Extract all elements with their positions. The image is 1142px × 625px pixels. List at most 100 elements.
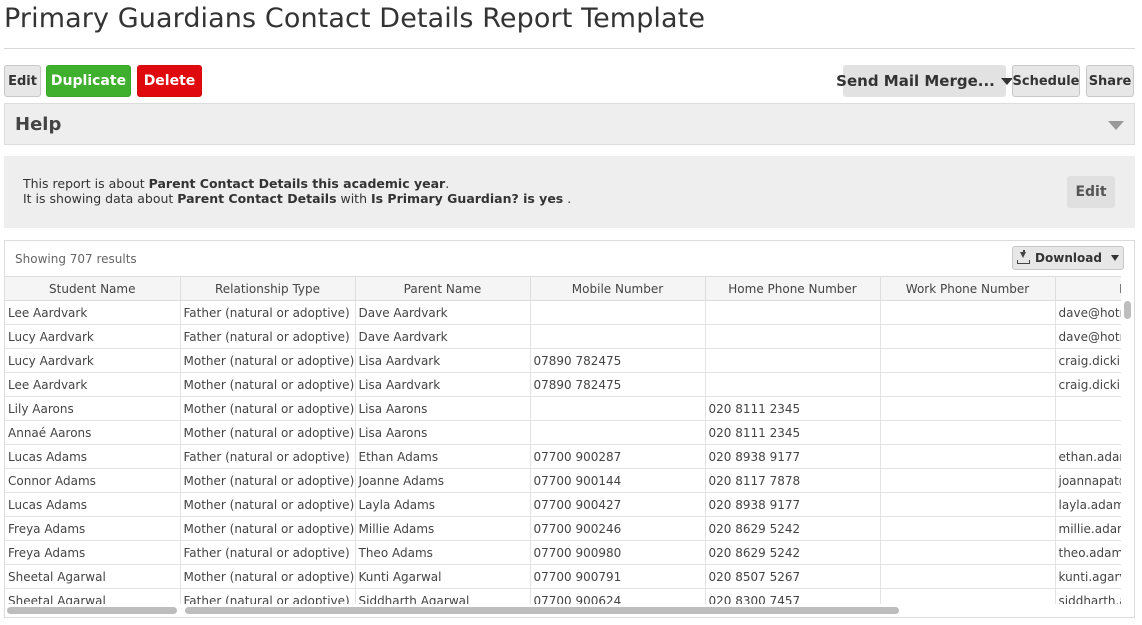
column-header[interactable]: Home Phone Number [705, 276, 881, 301]
table-cell: millie.adam [1055, 516, 1121, 541]
table-cell: Dave Aardvark [355, 324, 531, 349]
table-row[interactable]: Freya Adams Father (natural or adoptive) T… [5, 540, 1121, 565]
table-row[interactable]: Lucas Adams Father (natural or adoptive) E… [5, 444, 1121, 469]
table-cell: craig.dickir [1055, 372, 1121, 397]
table-cell: 07700 900624 [530, 588, 706, 604]
results-panel: Showing 707 results Download Student Nam… [4, 240, 1135, 618]
table-cell: 07700 900980 [530, 540, 706, 565]
table-cell: 07700 900246 [530, 516, 706, 541]
table-cell: Mother (natural or adoptive) [180, 468, 356, 493]
table-cell: Ethan Adams [355, 444, 531, 469]
table-cell: Father (natural or adoptive) [180, 300, 356, 325]
table-cell: Lisa Aarons [355, 396, 531, 421]
table-cell: Mother (natural or adoptive) [180, 420, 356, 445]
download-button[interactable]: Download [1012, 246, 1124, 270]
column-header[interactable]: Mobile Number [530, 276, 706, 301]
column-header[interactable]: Work Phone Number [880, 276, 1056, 301]
table-cell: 07700 900287 [530, 444, 706, 469]
table-row[interactable]: Lucy Aardvark Father (natural or adoptive… [5, 324, 1121, 349]
results-table: Student Name Relationship Type Parent Name… [5, 276, 1121, 604]
table-cell [705, 300, 881, 325]
table-cell: Lisa Aardvark [355, 348, 531, 373]
table-cell [880, 300, 1056, 325]
table-cell [880, 420, 1056, 445]
results-table-viewport[interactable]: Student Name Relationship Type Parent Name… [5, 276, 1121, 604]
table-cell: Dave Aardvark [355, 300, 531, 325]
table-cell: Mother (natural or adoptive) [180, 564, 356, 589]
page-title: Primary Guardians Contact Details Report… [4, 3, 706, 34]
send-mail-merge-button[interactable]: Send Mail Merge... [836, 65, 1013, 97]
table-cell: 020 8507 5267 [705, 564, 881, 589]
table-cell: 07890 782475 [530, 372, 706, 397]
filter-subject: Parent Contact Details [177, 191, 337, 206]
column-header[interactable]: Relationship Type [180, 276, 356, 301]
table-cell: craig.dickir [1055, 348, 1121, 373]
table-cell: Lee Aardvark [5, 300, 181, 325]
table-cell: Annaé Aarons [5, 420, 181, 445]
report-description: This report is about Parent Contact Deta… [4, 156, 1135, 228]
table-cell: Lily Aarons [5, 396, 181, 421]
table-row[interactable]: Sheetal Agarwal Mother (natural or adopti… [5, 564, 1121, 589]
table-cell [705, 372, 881, 397]
chevron-down-icon[interactable] [1108, 121, 1124, 130]
table-cell: joannapat@ [1055, 468, 1121, 493]
table-row[interactable]: Sheetal Agarwal Father (natural or adopti… [5, 588, 1121, 604]
share-button[interactable]: Share [1086, 65, 1134, 97]
table-cell [880, 348, 1056, 373]
edit-button[interactable]: Edit [4, 65, 41, 97]
table-row[interactable]: Lee Aardvark Father (natural or adoptive)… [5, 300, 1121, 325]
table-cell: 020 8111 2345 [705, 396, 881, 421]
schedule-button[interactable]: Schedule [1012, 65, 1080, 97]
edit-description-button[interactable]: Edit [1067, 176, 1115, 208]
table-cell: 020 8111 2345 [705, 420, 881, 445]
column-header[interactable]: Student Name [5, 276, 181, 301]
table-cell [880, 468, 1056, 493]
table-cell: 020 8300 7457 [705, 588, 881, 604]
table-cell [705, 348, 881, 373]
table-row[interactable]: Connor Adams Mother (natural or adoptive)… [5, 468, 1121, 493]
table-cell [880, 564, 1056, 589]
table-cell: Connor Adams [5, 468, 181, 493]
table-row[interactable]: Lucas Adams Mother (natural or adoptive) L… [5, 492, 1121, 517]
horizontal-scrollbar[interactable] [185, 607, 899, 614]
vertical-scrollbar[interactable] [1122, 298, 1132, 604]
table-row[interactable]: Freya Adams Mother (natural or adoptive) M… [5, 516, 1121, 541]
horizontal-scrollbar-frozen[interactable] [7, 607, 177, 614]
filter-prefix: It is showing data about [23, 191, 178, 206]
column-header[interactable]: Main Em [1055, 276, 1121, 301]
table-cell: Siddharth Agarwal [355, 588, 531, 604]
table-row[interactable]: Annaé Aarons Mother (natural or adoptive)… [5, 420, 1121, 445]
table-row[interactable]: Lucy Aardvark Mother (natural or adoptive… [5, 348, 1121, 373]
table-cell: Sheetal Agarwal [5, 588, 181, 604]
table-cell [880, 516, 1056, 541]
delete-button[interactable]: Delete [137, 65, 202, 97]
table-cell: Father (natural or adoptive) [180, 444, 356, 469]
table-row[interactable]: Lily Aarons Mother (natural or adoptive) L… [5, 396, 1121, 421]
table-row[interactable]: Lee Aardvark Mother (natural or adoptive)… [5, 372, 1121, 397]
table-cell: Lee Aardvark [5, 372, 181, 397]
table-cell [530, 396, 706, 421]
filter-suffix: . [563, 191, 572, 206]
table-cell: Lisa Aarons [355, 420, 531, 445]
table-cell: Father (natural or adoptive) [180, 540, 356, 565]
table-cell: dave@hotr [1055, 324, 1121, 349]
help-panel-header[interactable]: Help [4, 103, 1135, 145]
vertical-scrollbar-thumb[interactable] [1124, 301, 1131, 319]
title-divider [4, 48, 1135, 49]
table-cell: Lucas Adams [5, 444, 181, 469]
duplicate-button[interactable]: Duplicate [46, 65, 131, 97]
about-prefix: This report is about [23, 176, 149, 191]
table-cell [880, 396, 1056, 421]
table-cell: 020 8938 9177 [705, 444, 881, 469]
table-cell: Kunti Agarwal [355, 564, 531, 589]
table-cell: Mother (natural or adoptive) [180, 348, 356, 373]
report-about-line: This report is about Parent Contact Deta… [23, 176, 449, 191]
help-label: Help [15, 114, 62, 135]
table-cell: Mother (natural or adoptive) [180, 372, 356, 397]
table-body: Lee Aardvark Father (natural or adoptive)… [5, 300, 1121, 604]
column-header[interactable]: Parent Name [355, 276, 531, 301]
table-cell: dave@hotr [1055, 300, 1121, 325]
table-cell: 07700 900427 [530, 492, 706, 517]
table-cell: layla.adam [1055, 492, 1121, 517]
table-cell: Theo Adams [355, 540, 531, 565]
